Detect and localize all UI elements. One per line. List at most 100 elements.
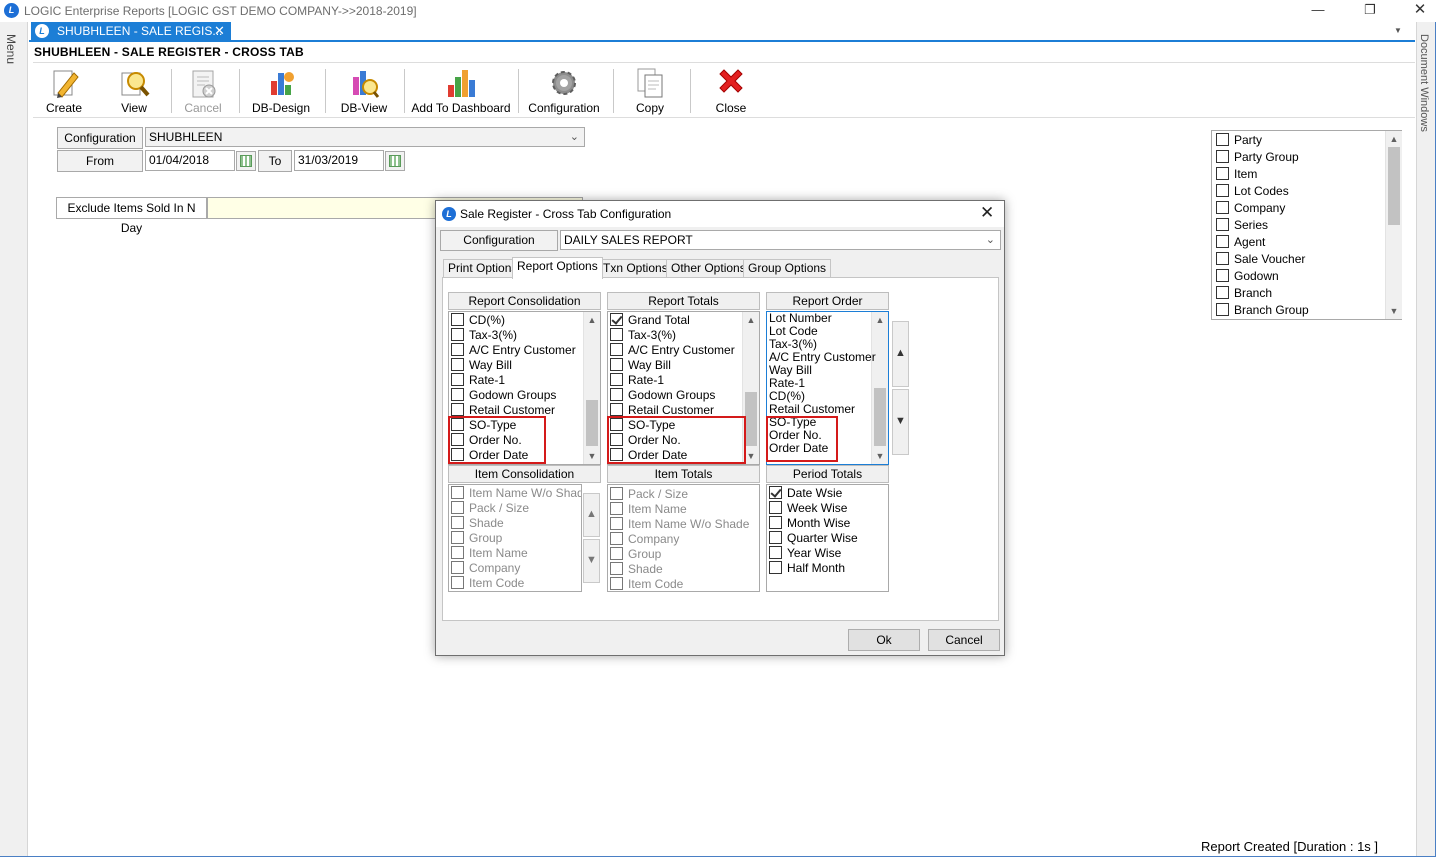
to-date-field[interactable]: 31/03/2019 [294,150,384,171]
list-item[interactable]: Tax-3(%) [451,328,517,343]
list-item[interactable]: Company [610,532,679,547]
tab-print-options[interactable]: Print Options [443,259,523,278]
list-item[interactable]: Date Wsie [769,486,842,501]
checkbox[interactable] [1216,218,1229,231]
list-item[interactable]: Item Name W/o Shade [451,486,581,501]
checkbox[interactable] [610,562,623,575]
list-item[interactable]: Pack / Size [610,487,688,502]
checkbox[interactable] [451,343,464,356]
move-down-button[interactable]: ▼ [892,389,909,455]
scroll-up-icon[interactable]: ▲ [584,312,600,328]
list-item[interactable]: Way Bill [451,358,512,373]
checkbox[interactable] [610,328,623,341]
list-item[interactable]: Pack / Size [451,501,529,516]
list-item[interactable]: CD(%) [451,313,505,328]
tab-group-options[interactable]: Group Options [743,259,832,278]
checkbox[interactable] [1216,133,1229,146]
checkbox[interactable] [610,403,623,416]
list-item[interactable]: Company [451,561,520,576]
copy-button[interactable]: Copy [627,63,673,119]
list-item[interactable]: Quarter Wise [769,531,858,546]
checkbox[interactable] [610,358,623,371]
ok-button[interactable]: Ok [848,629,920,651]
list-item[interactable]: Group [610,547,661,562]
checkbox[interactable] [451,501,464,514]
checkbox[interactable] [1216,269,1229,282]
checkbox[interactable] [1216,303,1229,316]
list-item[interactable]: Way Bill [610,358,671,373]
checkbox[interactable] [610,388,623,401]
checkbox[interactable] [451,328,464,341]
checkbox[interactable] [610,373,623,386]
period-totals-list[interactable]: Date Wsie Week Wise Month Wise Quarter Wise… [766,484,889,592]
scroll-up-icon[interactable]: ▲ [872,312,888,328]
list-scrollbar[interactable]: ▲ ▼ [583,312,600,464]
document-windows-label[interactable]: Document Windows [1418,34,1430,132]
checklist-item[interactable]: Party [1216,133,1262,150]
checkbox[interactable] [769,516,782,529]
checklist-item[interactable]: Lot Codes [1216,184,1289,201]
dialog-close-icon[interactable]: ✕ [980,203,994,223]
list-item[interactable]: Grand Total [610,313,690,328]
list-item[interactable]: Week Wise [769,501,847,516]
list-item[interactable]: Tax-3(%) [610,328,676,343]
scroll-thumb[interactable] [745,392,757,446]
checklist-item[interactable]: Branch [1216,286,1272,303]
checkbox[interactable] [610,487,623,500]
checkbox[interactable] [451,546,464,559]
checkbox[interactable] [610,577,623,590]
db-design-button[interactable]: DB-Design [247,63,315,119]
checkbox[interactable] [451,531,464,544]
list-item[interactable]: A/C Entry Customer [610,343,735,358]
item-consolidation-list[interactable]: Item Name W/o Shade Pack / Size Shade Group… [448,484,582,592]
checklist-item[interactable]: Party Group [1216,150,1299,167]
checklist-item[interactable]: Series [1216,218,1268,235]
scroll-down-icon[interactable]: ▼ [1386,303,1402,319]
list-item[interactable]: Item Code [610,577,683,591]
list-item[interactable]: Godown Groups [610,388,715,403]
checkbox[interactable] [610,502,623,515]
scroll-down-icon[interactable]: ▼ [584,448,600,464]
checkbox[interactable] [610,547,623,560]
checklist-item[interactable]: Agent [1216,235,1265,252]
checklist-item[interactable]: Company [1216,201,1285,218]
list-item[interactable]: Shade [451,516,504,531]
list-item[interactable]: Godown Groups [451,388,556,403]
close-button[interactable]: Close [707,63,755,119]
checkbox[interactable] [1216,184,1229,197]
to-calendar-button[interactable] [385,151,405,171]
checkbox[interactable] [1216,201,1229,214]
checkbox[interactable] [451,561,464,574]
list-item[interactable]: Year Wise [769,546,841,561]
from-calendar-button[interactable] [236,151,256,171]
restore-icon[interactable]: ❐ [1348,0,1392,22]
window-close-icon[interactable]: ✕ [1398,0,1436,22]
list-item[interactable]: A/C Entry Customer [451,343,576,358]
group-by-checklist[interactable]: Party Party Group Item Lot Codes Company Seri… [1211,130,1402,320]
checkbox[interactable] [610,343,623,356]
configuration-select[interactable]: SHUBHLEEN ⌄ [145,127,585,147]
checkbox[interactable] [451,516,464,529]
checkbox[interactable] [451,388,464,401]
from-date-field[interactable]: 01/04/2018 [145,150,235,171]
scroll-thumb[interactable] [1388,147,1400,225]
move-up-button[interactable]: ▲ [892,321,909,387]
checklist-item[interactable]: Sale Voucher [1216,252,1305,269]
list-item[interactable]: Item Name [451,546,528,561]
scroll-up-icon[interactable]: ▲ [1386,131,1402,147]
tab-txn-options[interactable]: Txn Options [598,259,673,278]
checkbox[interactable] [451,486,464,499]
checkbox[interactable] [1216,167,1229,180]
tab-list-dropdown-icon[interactable]: ▼ [1394,26,1402,35]
db-view-button[interactable]: DB-View [333,63,395,119]
list-item[interactable]: Rate-1 [610,373,664,388]
tab-other-options[interactable]: Other Options [666,259,751,278]
checkbox[interactable] [769,531,782,544]
checkbox[interactable] [1216,286,1229,299]
list-scrollbar[interactable]: ▲ ▼ [871,312,888,464]
checkbox[interactable] [451,358,464,371]
configuration-button[interactable]: Configuration [523,63,605,119]
dialog-configuration-select[interactable]: DAILY SALES REPORT ⌄ [560,230,1001,250]
item-totals-list[interactable]: Pack / Size Item Name Item Name W/o Shade C… [607,484,760,592]
list-item[interactable]: Item Code [451,576,524,591]
